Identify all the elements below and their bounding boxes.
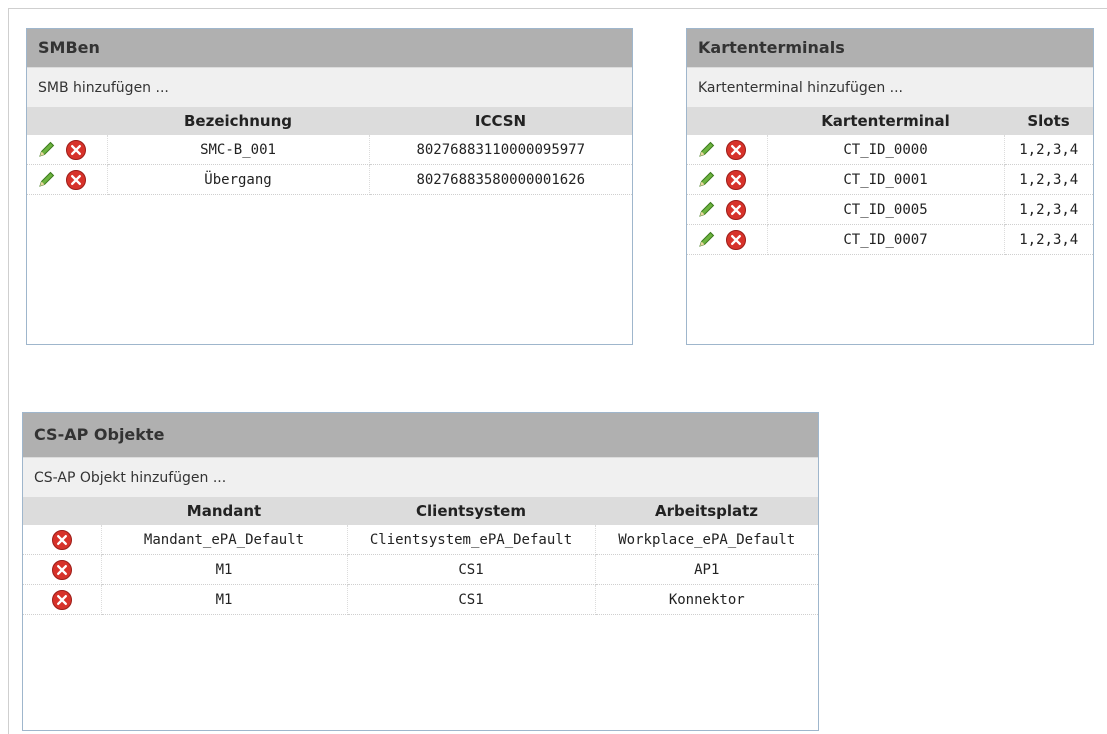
table-row[interactable]: SMC-B_001 80276883110000095977 xyxy=(27,135,632,165)
ct-slots: 1,2,3,4 xyxy=(1004,164,1093,195)
csap-clientsystem: Clientsystem_ePA_Default xyxy=(347,525,596,555)
add-smb-label[interactable]: SMB hinzufügen ... xyxy=(38,80,169,96)
delete-icon[interactable] xyxy=(725,199,747,221)
kartenterminal-table-header: Kartenterminal Slots xyxy=(687,107,1093,135)
smb-col-actions xyxy=(27,107,107,135)
ct-terminal: CT_ID_0005 xyxy=(767,194,1005,225)
csap-panel: CS-AP Objekte CS-AP Objekt hinzufügen ..… xyxy=(22,412,819,731)
csap-table: Mandant Clientsystem Arbeitsplatz Mandan… xyxy=(23,497,818,615)
table-row[interactable]: M1 CS1 AP1 xyxy=(23,554,818,585)
kartenterminal-table: Kartenterminal Slots CT_ID_0000 1,2,3,4 … xyxy=(687,107,1093,255)
csap-mandant: M1 xyxy=(101,554,348,585)
add-kartenterminal-label[interactable]: Kartenterminal hinzufügen ... xyxy=(698,80,903,96)
ct-terminal: CT_ID_0000 xyxy=(767,135,1005,165)
ct-col-kartenterminal[interactable]: Kartenterminal xyxy=(767,107,1004,135)
smb-bezeichnung: SMC-B_001 xyxy=(107,135,370,165)
pencil-icon[interactable] xyxy=(37,169,59,191)
table-row[interactable]: CT_ID_0001 1,2,3,4 xyxy=(687,164,1093,195)
add-csap-label[interactable]: CS-AP Objekt hinzufügen ... xyxy=(34,470,226,486)
csap-arbeitsplatz: AP1 xyxy=(595,554,818,585)
csap-col-actions xyxy=(23,497,101,525)
ct-slots: 1,2,3,4 xyxy=(1004,135,1093,165)
delete-icon[interactable] xyxy=(51,589,73,611)
smb-col-iccsn[interactable]: ICCSN xyxy=(369,107,632,135)
row-actions xyxy=(27,164,108,195)
smb-iccsn: 80276883110000095977 xyxy=(369,135,632,165)
delete-icon[interactable] xyxy=(725,229,747,251)
ct-slots: 1,2,3,4 xyxy=(1004,194,1093,225)
row-actions xyxy=(687,224,768,255)
delete-icon[interactable] xyxy=(725,139,747,161)
row-actions xyxy=(687,135,768,165)
row-actions xyxy=(27,135,108,165)
smb-col-bezeichnung[interactable]: Bezeichnung xyxy=(107,107,369,135)
smb-panel-title: SMBen xyxy=(27,29,632,67)
kartenterminal-panel-title: Kartenterminals xyxy=(687,29,1093,67)
table-row[interactable]: Übergang 80276883580000001626 xyxy=(27,164,632,195)
ct-terminal: CT_ID_0001 xyxy=(767,164,1005,195)
csap-mandant: M1 xyxy=(101,584,348,615)
smb-panel: SMBen SMB hinzufügen ... Bezeichnung ICC… xyxy=(26,28,633,345)
pencil-icon[interactable] xyxy=(697,229,719,251)
delete-icon[interactable] xyxy=(725,169,747,191)
smb-iccsn: 80276883580000001626 xyxy=(369,164,632,195)
ct-slots: 1,2,3,4 xyxy=(1004,224,1093,255)
pencil-icon[interactable] xyxy=(697,169,719,191)
ct-col-slots[interactable]: Slots xyxy=(1004,107,1093,135)
kartenterminal-panel: Kartenterminals Kartenterminal hinzufüge… xyxy=(686,28,1094,345)
pencil-icon[interactable] xyxy=(697,139,719,161)
csap-mandant: Mandant_ePA_Default xyxy=(101,525,348,555)
table-row[interactable]: Mandant_ePA_Default Clientsystem_ePA_Def… xyxy=(23,525,818,555)
delete-icon[interactable] xyxy=(51,529,73,551)
delete-icon[interactable] xyxy=(65,139,87,161)
row-actions xyxy=(23,584,102,615)
smb-table: Bezeichnung ICCSN SMC-B_001 802768831100… xyxy=(27,107,632,195)
row-actions xyxy=(23,525,102,555)
add-kartenterminal-button[interactable]: Kartenterminal hinzufügen ... xyxy=(687,67,1093,107)
csap-clientsystem: CS1 xyxy=(347,584,596,615)
add-csap-button[interactable]: CS-AP Objekt hinzufügen ... xyxy=(23,457,818,497)
row-actions xyxy=(23,554,102,585)
csap-panel-title: CS-AP Objekte xyxy=(23,413,818,457)
csap-col-arbeitsplatz[interactable]: Arbeitsplatz xyxy=(595,497,818,525)
table-row[interactable]: CT_ID_0005 1,2,3,4 xyxy=(687,194,1093,225)
csap-arbeitsplatz: Konnektor xyxy=(595,584,818,615)
ct-col-actions xyxy=(687,107,767,135)
csap-col-mandant[interactable]: Mandant xyxy=(101,497,347,525)
table-row[interactable]: CT_ID_0000 1,2,3,4 xyxy=(687,135,1093,165)
smb-table-header: Bezeichnung ICCSN xyxy=(27,107,632,135)
table-row[interactable]: M1 CS1 Konnektor xyxy=(23,584,818,615)
csap-arbeitsplatz: Workplace_ePA_Default xyxy=(595,525,818,555)
table-row[interactable]: CT_ID_0007 1,2,3,4 xyxy=(687,224,1093,255)
delete-icon[interactable] xyxy=(65,169,87,191)
ct-terminal: CT_ID_0007 xyxy=(767,224,1005,255)
delete-icon[interactable] xyxy=(51,559,73,581)
pencil-icon[interactable] xyxy=(697,199,719,221)
csap-clientsystem: CS1 xyxy=(347,554,596,585)
smb-bezeichnung: Übergang xyxy=(107,164,370,195)
pencil-icon[interactable] xyxy=(37,139,59,161)
csap-col-clientsystem[interactable]: Clientsystem xyxy=(347,497,595,525)
csap-table-header: Mandant Clientsystem Arbeitsplatz xyxy=(23,497,818,525)
add-smb-button[interactable]: SMB hinzufügen ... xyxy=(27,67,632,107)
row-actions xyxy=(687,194,768,225)
row-actions xyxy=(687,164,768,195)
